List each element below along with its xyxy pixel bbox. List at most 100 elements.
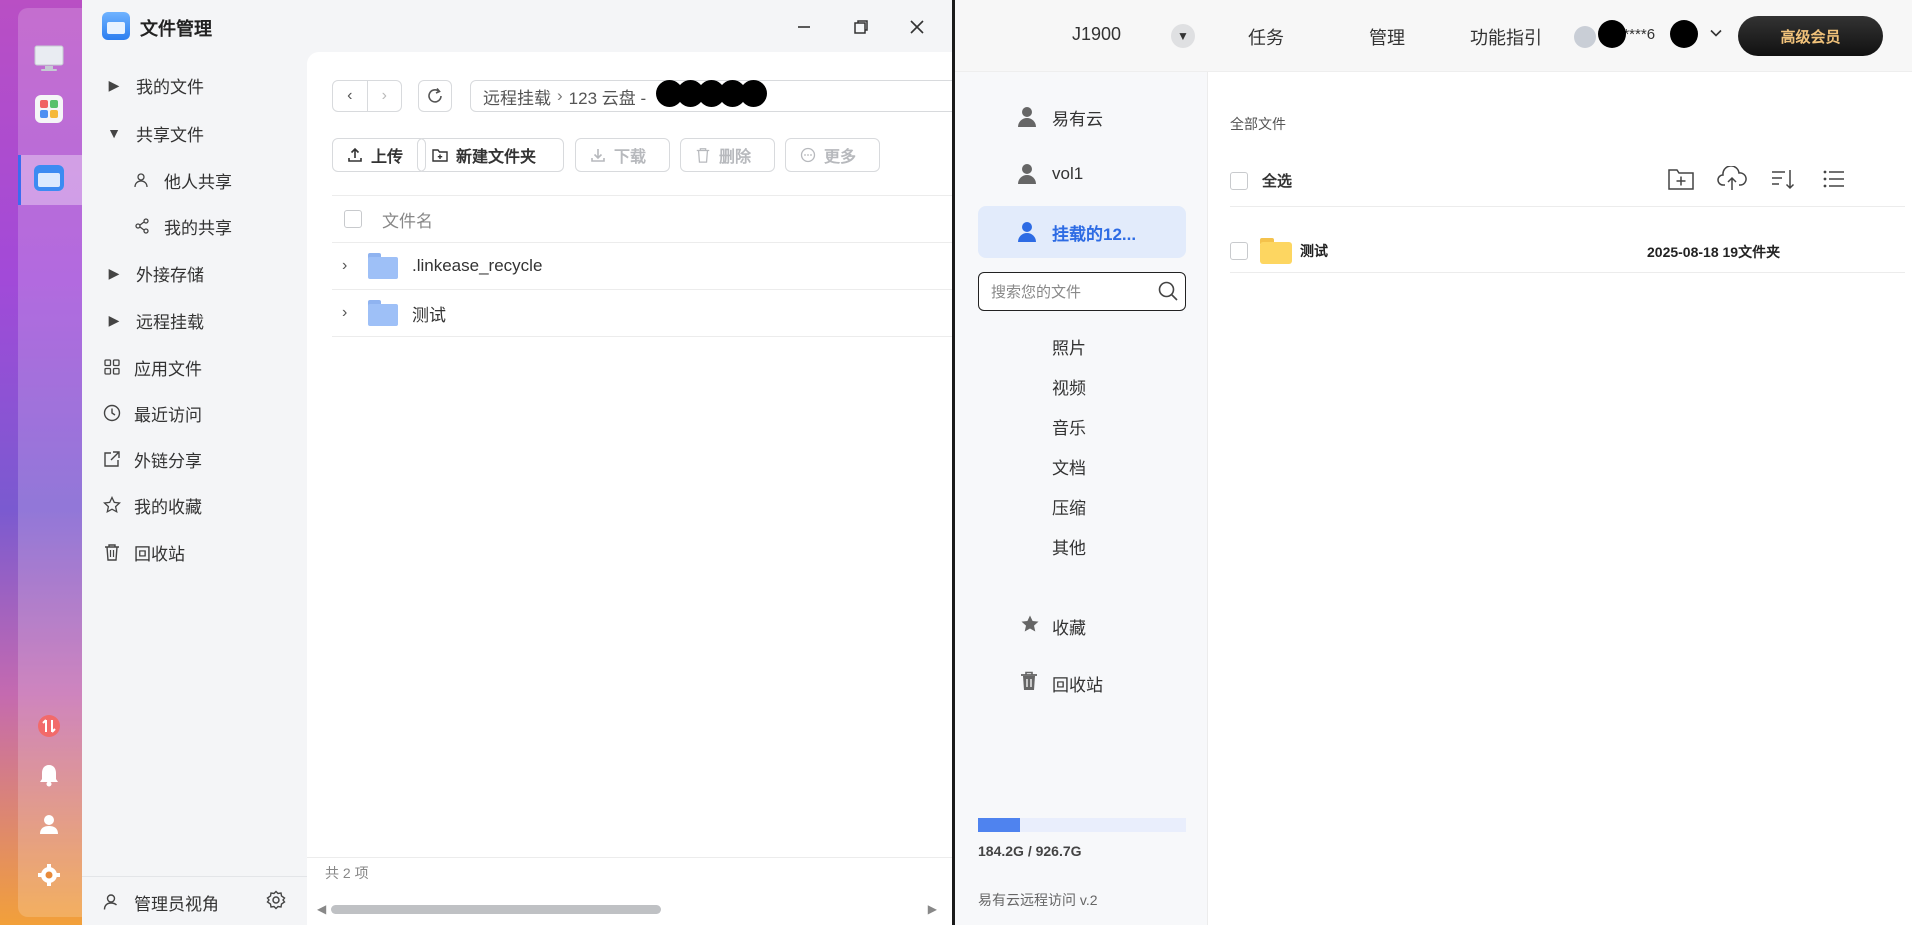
sidebar-item-recent[interactable]: 最近访问 xyxy=(102,393,202,433)
minimize-icon xyxy=(798,26,810,28)
category-other[interactable]: 其他 xyxy=(1052,534,1086,559)
category-archives[interactable]: 压缩 xyxy=(1052,494,1086,519)
category-music[interactable]: 音乐 xyxy=(1052,414,1086,439)
external-link-icon xyxy=(102,449,122,469)
category-videos[interactable]: 视频 xyxy=(1052,374,1086,399)
admin-view-toggle[interactable]: 管理员视角 xyxy=(102,882,219,922)
star-icon xyxy=(1020,614,1040,639)
title-bar: 文件管理 xyxy=(82,0,952,52)
upload-icon xyxy=(348,147,362,162)
sidebar-item-remote-mount[interactable]: ▶ 远程挂载 xyxy=(104,300,204,340)
avatar[interactable] xyxy=(1574,26,1596,48)
close-button[interactable] xyxy=(902,12,932,42)
trash-icon xyxy=(1020,671,1040,696)
back-button[interactable]: ‹ xyxy=(333,81,367,111)
category-photos[interactable]: 照片 xyxy=(1052,334,1086,359)
settings-gear-icon[interactable] xyxy=(31,857,67,893)
minimize-button[interactable] xyxy=(789,12,819,42)
app-center-icon[interactable] xyxy=(31,91,67,127)
user-icon[interactable] xyxy=(31,806,67,842)
sidebar-item-others-shared[interactable]: 他人共享 xyxy=(132,160,232,200)
person-icon xyxy=(1018,164,1036,184)
chevron-down-icon[interactable] xyxy=(1709,26,1723,43)
more-button[interactable]: 更多 xyxy=(785,138,880,172)
redaction-mask xyxy=(1670,20,1698,48)
nav-feature-guide[interactable]: 功能指引 xyxy=(1470,24,1542,50)
account-mounted-123[interactable]: 挂载的12... xyxy=(978,206,1186,258)
person-icon xyxy=(1018,107,1036,127)
category-documents[interactable]: 文档 xyxy=(1052,454,1086,479)
upload-button[interactable]: 上传 xyxy=(332,138,426,172)
search-input[interactable]: 搜索您的文件 xyxy=(978,272,1186,311)
row-checkbox[interactable] xyxy=(1230,241,1248,260)
new-folder-button[interactable] xyxy=(1666,164,1696,194)
column-header-filename[interactable]: 文件名 xyxy=(382,207,433,232)
table-row[interactable]: › 测试 xyxy=(332,290,952,337)
cloud-upload-button[interactable] xyxy=(1717,164,1747,194)
sidebar-item-shared-files[interactable]: ▼ 共享文件 xyxy=(104,113,204,153)
search-icon[interactable] xyxy=(1157,280,1179,302)
more-dots-icon xyxy=(800,147,816,163)
path-segment-123-cloud[interactable]: 123 云盘 - xyxy=(569,84,646,109)
sidebar-item-recycle-bin[interactable]: 回收站 xyxy=(1020,671,1103,696)
sidebar-item-my-files[interactable]: ▶ 我的文件 xyxy=(104,65,204,105)
scrollbar-thumb[interactable] xyxy=(331,905,661,914)
clock-icon xyxy=(102,403,122,423)
transfer-icon[interactable] xyxy=(31,708,67,744)
horizontal-scrollbar[interactable]: ◀ ▶ xyxy=(317,902,937,916)
list-item[interactable]: 测试 2025-08-18 19文件夹 xyxy=(1230,229,1905,273)
sidebar-item-favorites[interactable]: 收藏 xyxy=(1020,614,1086,639)
new-folder-button[interactable]: 新建文件夹 xyxy=(417,138,564,172)
nav-tasks[interactable]: 任务 xyxy=(1248,24,1284,50)
sidebar-item-favorites[interactable]: 我的收藏 xyxy=(102,485,202,525)
yiyouyun-sidebar: 易有云 vol1 挂载的12... 搜索您的文件 照片 视频 音乐 文档 压缩 … xyxy=(955,72,1208,925)
account-yiyouyun[interactable]: 易有云 xyxy=(978,91,1186,143)
file-manager-window: 文件管理 ▶ 我的文件 ▼ 共享文件 他人共享 我的共享 ▶ 外接存储 ▶ 远程… xyxy=(82,0,960,925)
account-vol1[interactable]: vol1 xyxy=(978,148,1186,200)
nav-manage[interactable]: 管理 xyxy=(1369,24,1405,50)
sidebar-item-external-share[interactable]: 外链分享 xyxy=(102,439,202,479)
sidebar-item-recycle-bin[interactable]: 回收站 xyxy=(102,532,185,572)
caret-down-icon: ▼ xyxy=(1177,29,1189,43)
path-bar[interactable]: 远程挂载 › 123 云盘 - xyxy=(470,80,960,112)
sidebar-item-external-storage[interactable]: ▶ 外接存储 xyxy=(104,253,204,293)
table-row[interactable]: › .linkease_recycle xyxy=(332,243,952,290)
expand-chevron-icon[interactable]: › xyxy=(342,257,362,275)
path-segment-remote-mount[interactable]: 远程挂载 xyxy=(483,84,551,109)
sidebar-item-app-files[interactable]: 应用文件 xyxy=(102,347,202,387)
maximize-button[interactable] xyxy=(846,12,876,42)
caret-right-icon: ▶ xyxy=(108,76,120,93)
sidebar-settings-button[interactable] xyxy=(266,890,288,912)
expand-chevron-icon[interactable]: › xyxy=(342,304,362,322)
scroll-left-arrow-icon[interactable]: ◀ xyxy=(317,902,326,916)
yiyouyun-window: J1900 ▼ 任务 管理 功能指引 3****6 高级会员 易有云 vol1 xyxy=(955,0,1912,925)
monitor-icon[interactable] xyxy=(31,40,67,76)
new-folder-icon xyxy=(1668,169,1694,190)
forward-button[interactable]: › xyxy=(366,81,402,111)
list-view-icon xyxy=(1823,170,1844,188)
select-all-checkbox[interactable] xyxy=(344,210,362,228)
history-nav: ‹ › xyxy=(332,80,402,112)
download-button[interactable]: 下载 xyxy=(575,138,670,172)
list-view-button[interactable] xyxy=(1819,164,1849,194)
select-all-checkbox[interactable] xyxy=(1230,171,1248,190)
sort-button[interactable] xyxy=(1768,164,1798,194)
caret-right-icon: ▶ xyxy=(108,311,120,328)
storage-usage-bar xyxy=(978,818,1186,832)
sort-icon xyxy=(1772,170,1795,190)
redaction-mask xyxy=(656,80,768,112)
delete-button[interactable]: 删除 xyxy=(680,138,775,172)
cloud-upload-icon xyxy=(1717,166,1747,190)
refresh-button[interactable] xyxy=(418,80,452,112)
device-name[interactable]: J1900 xyxy=(1072,24,1121,45)
bell-icon[interactable] xyxy=(31,757,67,793)
breadcrumb[interactable]: 全部文件 xyxy=(1230,114,1286,134)
scroll-right-arrow-icon[interactable]: ▶ xyxy=(928,902,937,916)
device-dropdown-button[interactable]: ▼ xyxy=(1171,24,1195,48)
file-manager-icon[interactable] xyxy=(31,160,67,196)
premium-member-button[interactable]: 高级会员 xyxy=(1738,16,1883,56)
select-all[interactable]: 全选 xyxy=(1230,170,1292,191)
sidebar-item-my-shares[interactable]: 我的共享 xyxy=(132,206,232,246)
caret-right-icon: ▶ xyxy=(108,264,120,281)
sidebar-footer: 管理员视角 xyxy=(82,876,307,925)
